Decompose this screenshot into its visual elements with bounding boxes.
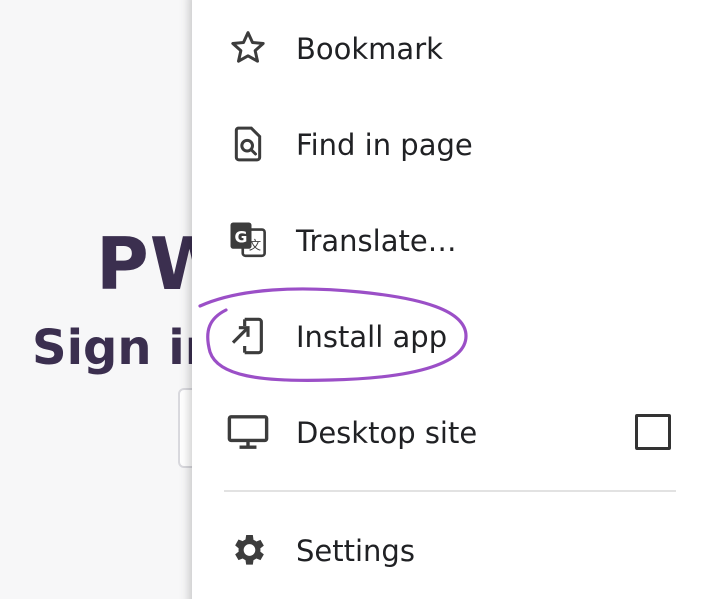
- find-in-page-icon: [226, 122, 270, 166]
- menu-divider: [224, 490, 676, 492]
- menu-item-translate[interactable]: G 文 Translate…: [192, 192, 720, 288]
- svg-text:G: G: [235, 228, 248, 247]
- desktop-icon: [226, 410, 270, 454]
- desktop-site-checkbox[interactable]: [635, 414, 671, 450]
- install-app-icon: [226, 314, 270, 358]
- svg-text:文: 文: [249, 238, 261, 253]
- menu-label-translate: Translate…: [296, 224, 457, 258]
- menu-label-bookmark: Bookmark: [296, 32, 443, 66]
- menu-label-install-app: Install app: [296, 320, 448, 354]
- menu-item-settings[interactable]: Settings: [192, 502, 720, 598]
- translate-icon: G 文: [226, 218, 270, 262]
- menu-item-install-app[interactable]: Install app: [192, 288, 720, 384]
- menu-item-find-in-page[interactable]: Find in page: [192, 96, 720, 192]
- menu-label-settings: Settings: [296, 534, 415, 568]
- overflow-menu: Bookmark Find in page G 文 Translate… Ins…: [192, 0, 720, 599]
- menu-item-bookmark[interactable]: Bookmark: [192, 0, 720, 96]
- gear-icon: [226, 528, 270, 572]
- browser-viewport: PW Sign in Bookmark Find in page G 文 Tra…: [0, 0, 720, 599]
- menu-label-find-in-page: Find in page: [296, 128, 473, 162]
- page-subtitle: Sign in: [32, 320, 219, 376]
- star-outline-icon: [226, 26, 270, 70]
- menu-label-desktop-site: Desktop site: [296, 416, 478, 450]
- menu-item-desktop-site[interactable]: Desktop site: [192, 384, 720, 480]
